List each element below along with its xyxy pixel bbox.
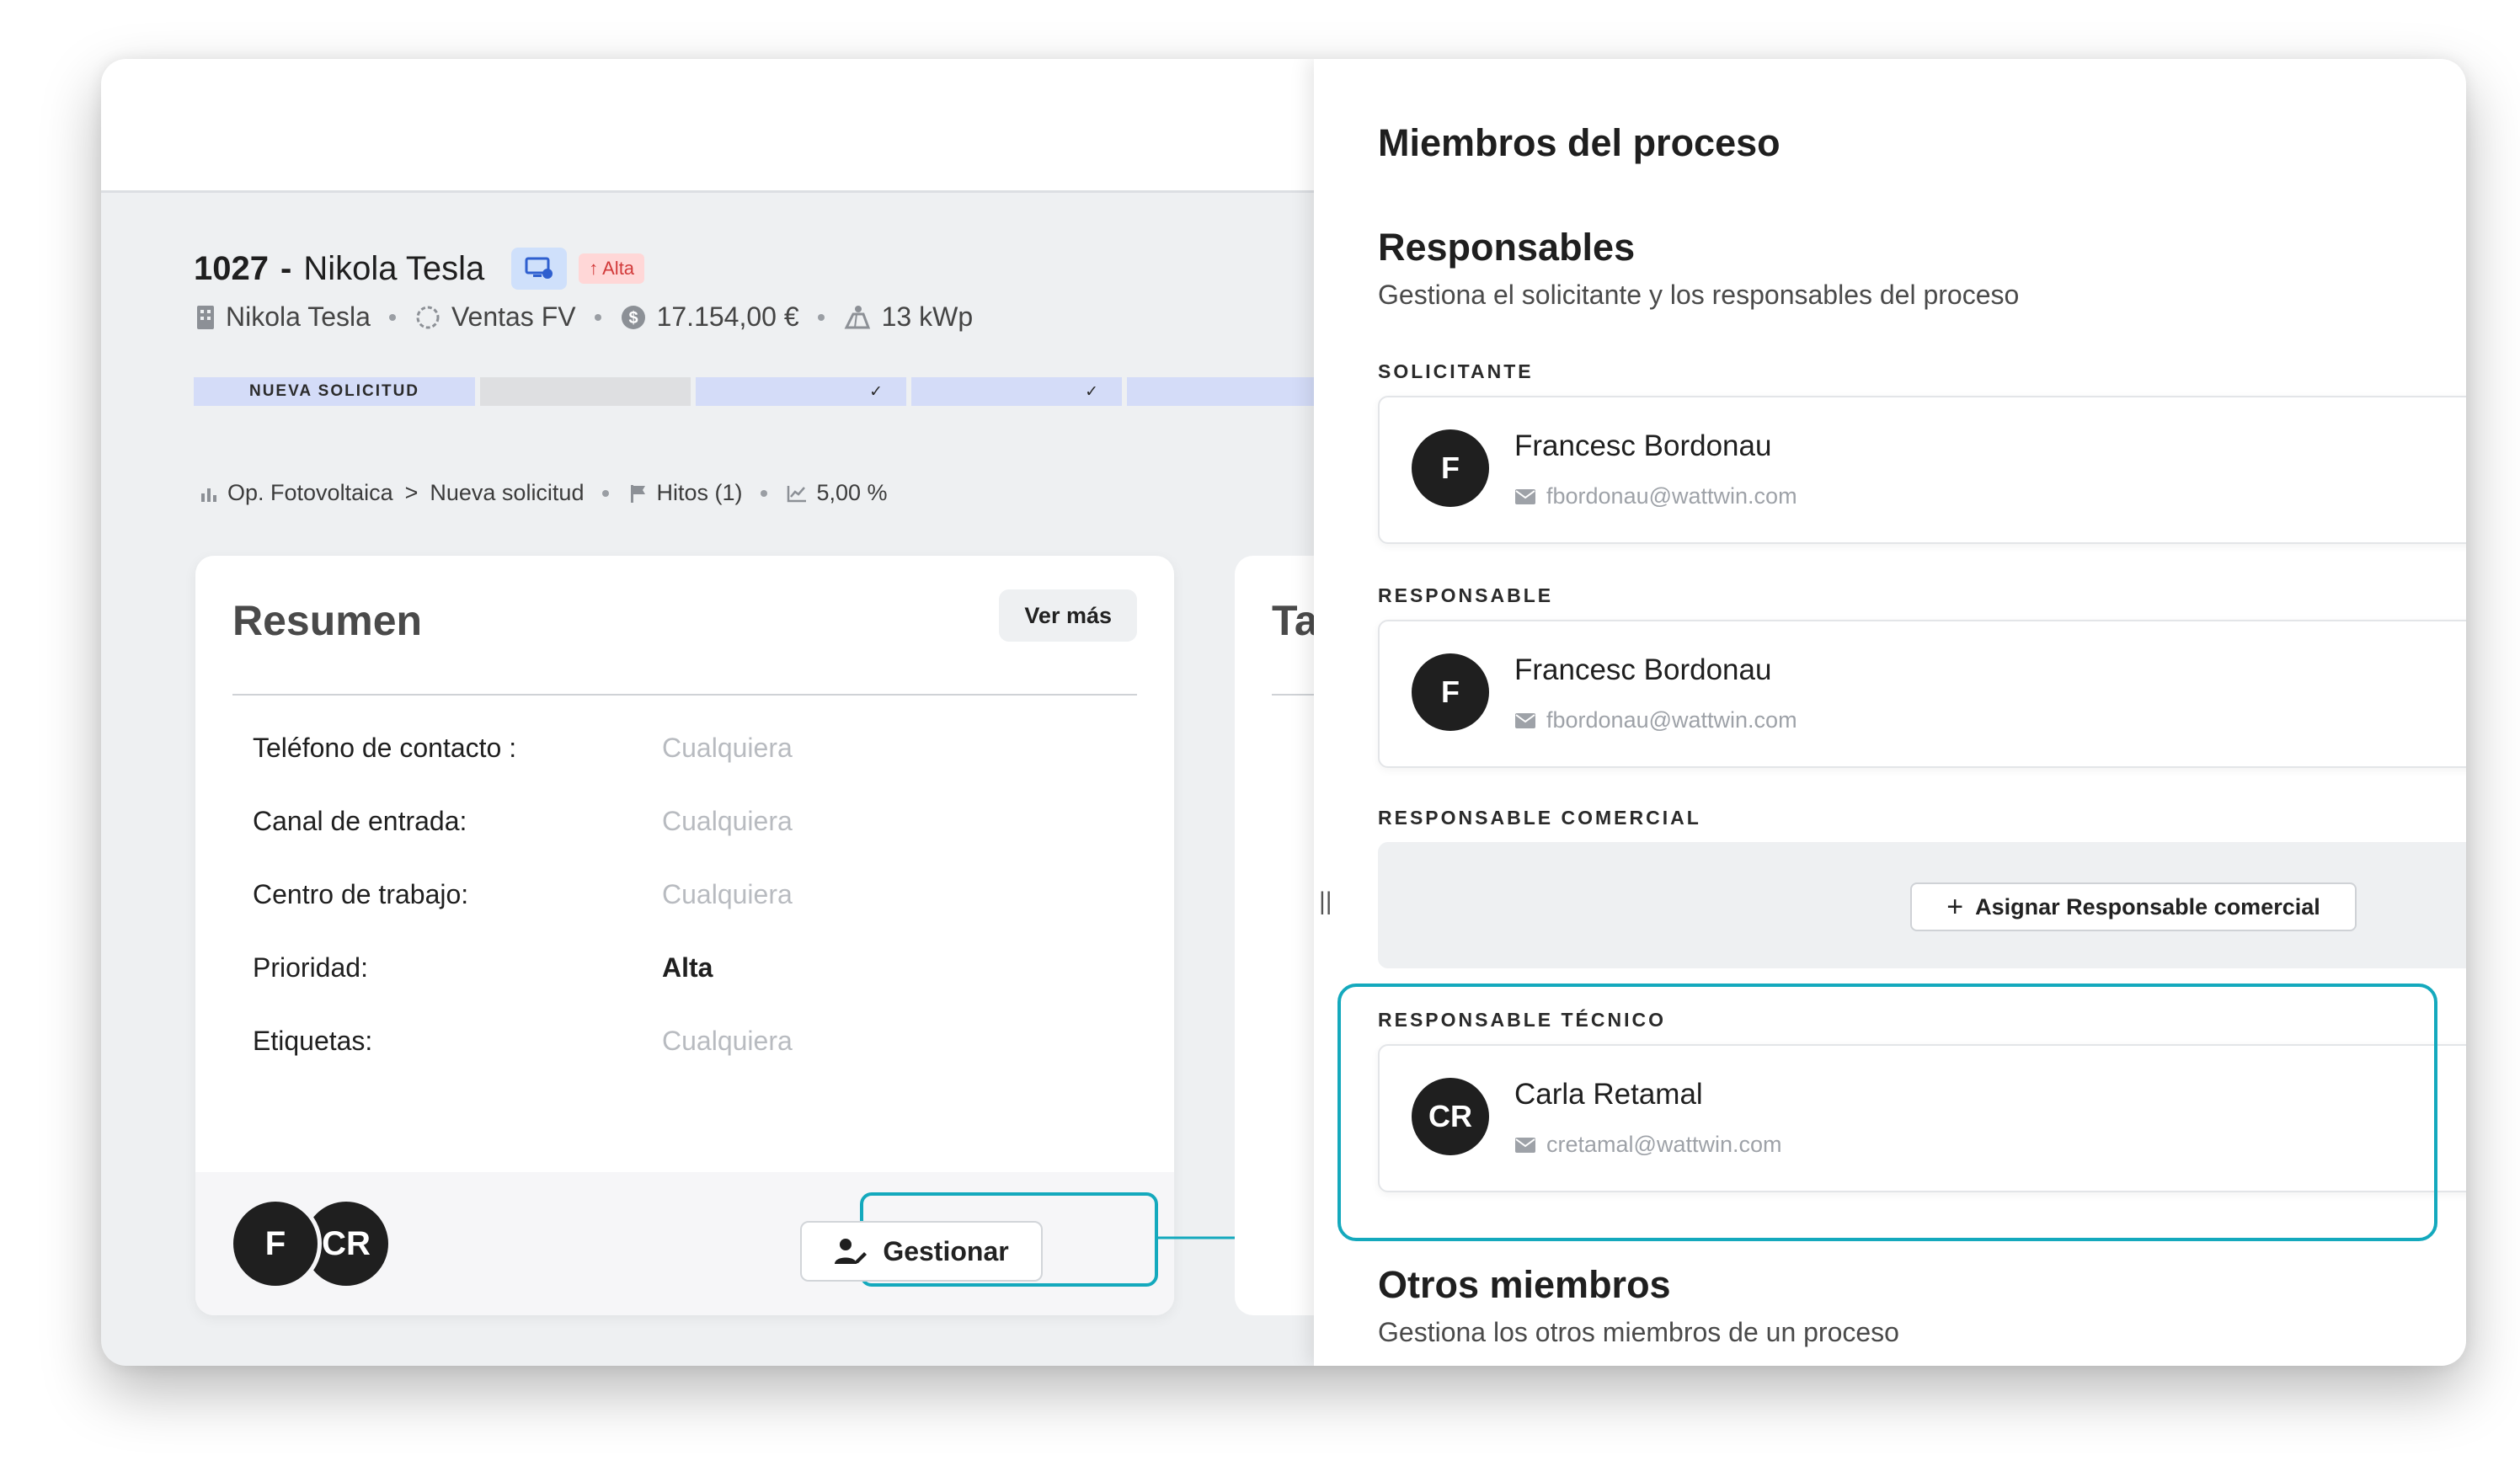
resize-handle[interactable]: || (1319, 888, 1332, 916)
role-label-responsable: RESPONSABLE (1378, 584, 1554, 606)
responsables-subtitle: Gestiona el solicitante y los responsabl… (1378, 280, 2020, 310)
tasks-card-title: Ta (1272, 597, 1318, 644)
member-card-responsable[interactable]: F Francesc Bordonau fbordonau@wattwin.co… (1378, 620, 2466, 768)
assign-button-label: Asignar Responsable comercial (1975, 893, 2320, 920)
assign-commercial-button[interactable]: + Asignar Responsable comercial (1910, 882, 2357, 931)
mail-icon (1514, 712, 1536, 729)
member-email: fbordonau@wattwin.com (1514, 707, 1797, 733)
otros-miembros-title: Otros miembros (1378, 1263, 1671, 1306)
otros-miembros-subtitle: Gestiona los otros miembros de un proces… (1378, 1317, 1899, 1347)
responsables-title: Responsables (1378, 226, 1636, 269)
panel-title: Miembros del proceso (1378, 121, 1781, 164)
role-label-solicitante: SOLICITANTE (1378, 360, 1534, 382)
member-email-text: fbordonau@wattwin.com (1546, 483, 1797, 509)
member-name: Francesc Bordonau (1514, 653, 1772, 686)
plus-icon: + (1946, 890, 1964, 923)
highlight-box (1337, 984, 2437, 1241)
mail-icon (1514, 488, 1536, 505)
member-email: fbordonau@wattwin.com (1514, 483, 1797, 509)
responsable-comercial-slot: + Asignar Responsable comercial (1378, 842, 2466, 968)
member-email-text: fbordonau@wattwin.com (1546, 707, 1797, 733)
avatar: F (1412, 653, 1489, 731)
manage-button-label: Gestionar (883, 1235, 1009, 1266)
user-edit-icon (834, 1237, 868, 1266)
member-name: Francesc Bordonau (1514, 429, 1772, 462)
role-label-responsable-comercial: RESPONSABLE COMERCIAL (1378, 807, 1701, 829)
member-card-solicitante[interactable]: F Francesc Bordonau fbordonau@wattwin.co… (1378, 396, 2466, 544)
avatar[interactable]: F (229, 1197, 322, 1290)
manage-members-button[interactable]: Gestionar (800, 1221, 1043, 1282)
app-window: 1027 - Nikola Tesla ↑ Alta Nikola Tesla … (101, 59, 2466, 1366)
avatar: F (1412, 429, 1489, 507)
